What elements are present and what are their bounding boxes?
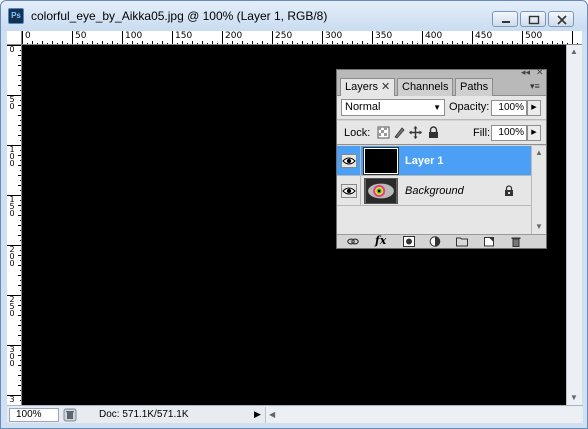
document-window: Ps colorful_eye_by_Aikka05.jpg @ 100% (L… <box>0 0 588 429</box>
tab-paths[interactable]: Paths <box>455 78 494 96</box>
photoshop-app-icon: Ps <box>8 8 24 24</box>
status-bar: 100% Doc: 571.1K/571.1K ▶ ◀ <box>7 405 583 423</box>
blend-mode-value: Normal <box>345 101 381 113</box>
blend-mode-select[interactable]: Normal ▼ <box>341 99 445 116</box>
horizontal-ruler[interactable]: 0 50 100 150 200 250 300 350 400 450 500 <box>22 31 582 45</box>
ruler-label: 0 <box>25 31 31 41</box>
collapse-panel-icon[interactable]: ◂◂ <box>521 67 530 78</box>
status-menu-arrow-icon[interactable]: ▶ <box>254 409 261 420</box>
ruler-label: 450 <box>475 31 493 41</box>
zoom-field[interactable]: 100% <box>9 408 59 422</box>
ruler-label: 200 <box>225 31 243 41</box>
window-title: colorful_eye_by_Aikka05.jpg @ 100% (Laye… <box>31 9 328 23</box>
new-layer-icon[interactable] <box>483 236 495 247</box>
ruler-label: 0 <box>9 45 15 54</box>
layer-row-background[interactable]: Background <box>337 176 531 206</box>
lock-all-icon[interactable] <box>427 126 440 139</box>
fill-input[interactable]: 100% <box>491 125 527 141</box>
fill-label: Fill: <box>473 127 491 139</box>
tab-label: Layers <box>345 81 379 93</box>
ruler-label: 3 0 0 <box>9 345 15 368</box>
layer-lock-icon <box>505 185 513 196</box>
add-mask-icon[interactable] <box>403 236 415 247</box>
horizontal-scrollbar[interactable]: ◀ <box>265 407 581 423</box>
document-size: Doc: 571.1K/571.1K <box>99 409 189 420</box>
layer-name: Background <box>405 185 464 197</box>
layer-thumbnail <box>363 147 399 175</box>
ruler-origin[interactable] <box>7 31 22 45</box>
layers-scrollbar[interactable]: ▲ ▼ <box>531 146 546 234</box>
ruler-label: 2 5 0 <box>9 295 15 318</box>
panel-tabs: Layers ✕ Channels Paths ▾≡ <box>337 78 546 97</box>
close-icon <box>557 15 567 25</box>
lock-image-pixels-icon[interactable] <box>393 126 406 139</box>
panel-menu-icon[interactable]: ▾≡ <box>530 81 540 92</box>
trash-icon[interactable] <box>63 408 77 422</box>
ruler-label: 100 <box>125 31 143 41</box>
visibility-toggle[interactable] <box>337 176 361 206</box>
scroll-up-icon[interactable]: ▲ <box>535 148 543 157</box>
opacity-label: Opacity: <box>449 101 490 113</box>
scroll-left-icon[interactable]: ◀ <box>269 410 275 419</box>
tab-channels[interactable]: Channels <box>397 78 454 96</box>
blend-options-row: Normal ▼ Opacity: 100% ▶ <box>337 96 546 120</box>
tab-layers[interactable]: Layers ✕ <box>340 78 396 97</box>
new-group-icon[interactable] <box>456 236 468 247</box>
ruler-label: 300 <box>325 31 343 41</box>
lock-row: Lock: Fill: 100% ▶ <box>337 121 546 145</box>
close-button[interactable] <box>548 11 574 27</box>
opacity-slider-arrow-icon[interactable]: ▶ <box>527 100 541 116</box>
scroll-down-icon[interactable]: ▼ <box>570 393 578 402</box>
layer-name: Layer 1 <box>405 155 444 167</box>
layer-row-layer-1[interactable]: Layer 1 <box>337 146 531 176</box>
adjustment-layer-icon[interactable] <box>429 236 441 247</box>
ruler-label: 350 <box>375 31 393 41</box>
horizontal-ruler-ticks <box>22 31 578 44</box>
layers-list: Layer 1 Background <box>337 146 531 234</box>
close-tab-icon[interactable]: ✕ <box>381 81 390 93</box>
eye-icon <box>341 184 357 198</box>
eye-icon <box>341 154 357 168</box>
vertical-ruler[interactable]: 0 5 0 1 0 0 1 5 0 2 0 0 2 5 0 3 0 0 3 <box>7 45 22 405</box>
scroll-down-icon[interactable]: ▼ <box>535 222 543 231</box>
ruler-label: 50 <box>75 31 87 41</box>
panel-title-strip[interactable]: ◂◂ ✕ <box>337 67 546 78</box>
link-layers-icon[interactable] <box>347 236 359 247</box>
opacity-input[interactable]: 100% <box>491 100 527 116</box>
ruler-label: 2 0 0 <box>9 245 15 268</box>
ruler-label: 150 <box>175 31 193 41</box>
ruler-label: 1 0 0 <box>9 145 15 168</box>
maximize-button[interactable] <box>520 11 546 27</box>
minimize-icon <box>502 21 510 23</box>
ruler-label: 500 <box>525 31 543 41</box>
layers-bottom-toolbar: fx <box>337 234 546 248</box>
layer-style-icon[interactable]: fx <box>375 234 386 247</box>
fill-slider-arrow-icon[interactable]: ▶ <box>527 125 541 141</box>
layers-panel: ◂◂ ✕ Layers ✕ Channels Paths ▾≡ Normal ▼ … <box>336 67 547 249</box>
close-panel-icon[interactable]: ✕ <box>536 67 544 78</box>
lock-position-icon[interactable] <box>409 126 422 139</box>
lock-label: Lock: <box>344 127 371 139</box>
ruler-label: 1 5 0 <box>9 195 15 218</box>
title-bar[interactable]: Ps colorful_eye_by_Aikka05.jpg @ 100% (L… <box>1 1 587 31</box>
background-thumbnail <box>364 178 398 204</box>
delete-layer-icon[interactable] <box>510 236 522 247</box>
ruler-label: 400 <box>425 31 443 41</box>
ruler-label: 3 <box>9 395 15 404</box>
maximize-icon <box>528 15 540 25</box>
visibility-toggle[interactable] <box>337 146 361 176</box>
scroll-up-icon[interactable]: ▲ <box>570 47 578 56</box>
ruler-label: 250 <box>275 31 293 41</box>
dropdown-arrow-icon: ▼ <box>433 103 441 112</box>
vertical-scrollbar[interactable]: ▲ ▼ <box>566 45 582 405</box>
minimize-button[interactable] <box>492 11 518 27</box>
ruler-label: 5 0 <box>9 95 15 111</box>
lock-transparent-pixels-icon[interactable] <box>377 126 390 139</box>
